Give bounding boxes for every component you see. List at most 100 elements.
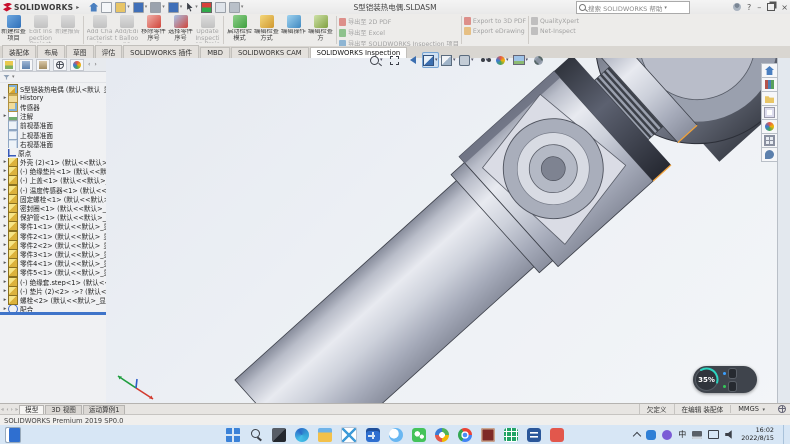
solidworks-logo[interactable]: SOLIDWORKS ▸ — [3, 3, 79, 12]
dict-icon[interactable] — [481, 428, 495, 442]
tree-item[interactable]: ▸(-) 温度传感器<1> (默认<<默认>_ — [0, 185, 106, 194]
menu-expand-arrow-icon[interactable]: ▸ — [76, 4, 79, 11]
file-explorer-tab-tab[interactable] — [761, 92, 778, 106]
tree-item[interactable]: 前视基准面 — [0, 121, 106, 130]
ribbon-button[interactable]: 编辑检查方 — [308, 15, 334, 43]
ribbon-button[interactable]: 选择零件序号 — [168, 15, 194, 43]
search2-icon[interactable] — [249, 428, 263, 442]
tree-item[interactable]: 右视基准面 — [0, 139, 106, 148]
tray-purple-icon[interactable] — [662, 430, 672, 440]
new-doc-button[interactable] — [101, 2, 112, 13]
view-tab-0[interactable]: 模型 — [19, 405, 44, 415]
display-style-button[interactable]: ▾ — [458, 52, 475, 68]
start-icon[interactable] — [226, 428, 240, 442]
previous-view-button[interactable] — [404, 52, 421, 68]
store-icon[interactable] — [366, 428, 380, 442]
weather-icon[interactable] — [389, 428, 403, 442]
volume-icon[interactable] — [725, 430, 735, 440]
zoom-area-button[interactable] — [386, 52, 403, 68]
view-tab-nav-2[interactable]: › — [11, 407, 13, 413]
tab-3[interactable]: 评估 — [95, 45, 123, 58]
restore-button[interactable] — [767, 3, 775, 11]
folder2-icon[interactable] — [318, 428, 332, 442]
show-desktop-button[interactable] — [783, 425, 786, 444]
wps-sheet-icon[interactable] — [504, 428, 518, 442]
tab-0[interactable]: 装配体 — [2, 45, 36, 58]
panel-splitter[interactable] — [0, 312, 106, 315]
wps-icon[interactable] — [550, 428, 564, 442]
ime-indicator[interactable]: 中 — [678, 429, 686, 440]
minimize-button[interactable]: – — [757, 3, 761, 12]
tab-6[interactable]: SOLIDWORKS CAM — [231, 47, 309, 58]
configuration-manager-tab[interactable] — [36, 59, 50, 71]
tab-4[interactable]: SOLIDWORKS 插件 — [123, 45, 199, 58]
tree-item[interactable]: ▸保护管<1> (默认<<默认>_显示状 — [0, 213, 106, 222]
search-input[interactable]: 搜索 SOLIDWORKS 帮助 ▾ — [576, 1, 690, 14]
units-dropdown-icon[interactable]: ▾ — [761, 407, 765, 413]
tree-item[interactable]: S型铠装热电偶 (默认<默认_显示状态-1 — [0, 84, 106, 93]
mail-icon[interactable] — [341, 427, 357, 443]
zoom-fit-button[interactable]: ▾ — [368, 52, 385, 68]
print-button[interactable]: ▾ — [150, 2, 165, 13]
design-library-tab[interactable] — [761, 78, 778, 92]
tree-item[interactable]: ▸固定螺栓<1> (默认<<默认>_显示 — [0, 194, 106, 203]
save-button[interactable]: ▾ — [133, 2, 148, 13]
view-tab-nav-3[interactable]: » — [15, 407, 18, 413]
home-button[interactable] — [89, 3, 98, 12]
wechat-icon[interactable] — [412, 428, 426, 442]
tree-item[interactable]: 传感器 — [0, 102, 106, 111]
view-orientation-button[interactable]: ▾ — [440, 52, 457, 68]
tree-item[interactable]: ▸History — [0, 93, 106, 102]
tab-1[interactable]: 布局 — [37, 45, 65, 58]
tab-5[interactable]: MBD — [200, 47, 230, 58]
options-button[interactable]: ▾ — [229, 2, 244, 13]
tree-item[interactable]: ▸(-) 上盖<1> (默认<<默认>_显示状 — [0, 176, 106, 185]
filter-dropdown-icon[interactable]: ▾ — [12, 74, 15, 80]
tree-item[interactable]: ▸零件2<1> (默认<<默认>_显示状态 — [0, 231, 106, 240]
chrome-icon[interactable] — [458, 428, 472, 442]
pinned-doc-icon[interactable] — [5, 427, 21, 443]
view-tab-nav-0[interactable]: « — [1, 407, 4, 413]
tree-item[interactable]: ▸零件5<1> (默认<<默认>_显示状态 — [0, 268, 106, 277]
tree-item[interactable]: ▸零件4<1> (默认<<默认>_显示状态 — [0, 259, 106, 268]
model-canvas[interactable] — [106, 58, 790, 403]
tree-item[interactable]: ▸密封圈<1> (默认<<默认>_显示状 — [0, 203, 106, 212]
panel-scroll-right-icon[interactable]: › — [94, 61, 96, 68]
feature-manager-tab[interactable] — [2, 59, 16, 71]
apply-scene-button[interactable]: ▾ — [512, 52, 529, 68]
ribbon-button[interactable]: 启动检验模式 — [227, 15, 253, 43]
tree-item[interactable]: ▸零件2<2> (默认<<默认>_显示状态 — [0, 240, 106, 249]
view-tab-nav-1[interactable]: ‹ — [6, 407, 8, 413]
dimxpert-manager-tab[interactable] — [53, 59, 67, 71]
tree-item[interactable]: ▸螺栓<2> (默认<<默认>_显示状态 — [0, 295, 106, 304]
browser-360-icon[interactable] — [435, 428, 449, 442]
open-button[interactable]: ▾ — [115, 2, 130, 13]
rebuild-button[interactable] — [201, 2, 212, 13]
tree-item[interactable]: ▸(-) 绝缘垫片<1> (默认<<默认>_显 — [0, 167, 106, 176]
tree-item[interactable]: ▸(-) 垫片 (2)<2> ->? (默认<<默认> — [0, 286, 106, 295]
view-settings-button[interactable] — [530, 52, 547, 68]
search-dropdown-icon[interactable]: ▾ — [664, 5, 667, 11]
undo-button[interactable]: ▾ — [168, 2, 183, 13]
tray-expand-icon[interactable] — [633, 431, 641, 439]
tree-filter-row[interactable]: ▾ — [0, 72, 106, 83]
user-account-icon[interactable] — [733, 3, 741, 11]
select-button[interactable]: ▾ — [185, 3, 198, 12]
taskbar-clock[interactable]: 16:022022/8/15 — [741, 427, 774, 442]
word-icon[interactable] — [527, 428, 541, 442]
keyboard-icon[interactable] — [692, 431, 702, 439]
tray-blue-icon[interactable] — [646, 430, 656, 440]
monitor-icon[interactable] — [708, 430, 719, 439]
view-tab-2[interactable]: 运动算例1 — [83, 405, 126, 415]
graphics-viewport[interactable] — [106, 58, 790, 403]
zoom-percent-widget[interactable]: 35% — [693, 366, 757, 393]
display-manager-tab[interactable] — [70, 59, 84, 71]
tree-item[interactable]: ▸(-) 绝缘套.step<1> (默认<<默认> — [0, 277, 106, 286]
ribbon-button[interactable]: 移除零件序号 — [141, 15, 167, 43]
view-palette-tab[interactable] — [761, 106, 778, 120]
edge-icon[interactable] — [295, 428, 309, 442]
panel-scroll-left-icon[interactable]: ‹ — [88, 61, 90, 68]
globe-icon[interactable] — [778, 405, 786, 413]
help-button[interactable]: ? — [747, 3, 751, 12]
ribbon-button[interactable]: 编辑操作 — [281, 15, 307, 43]
